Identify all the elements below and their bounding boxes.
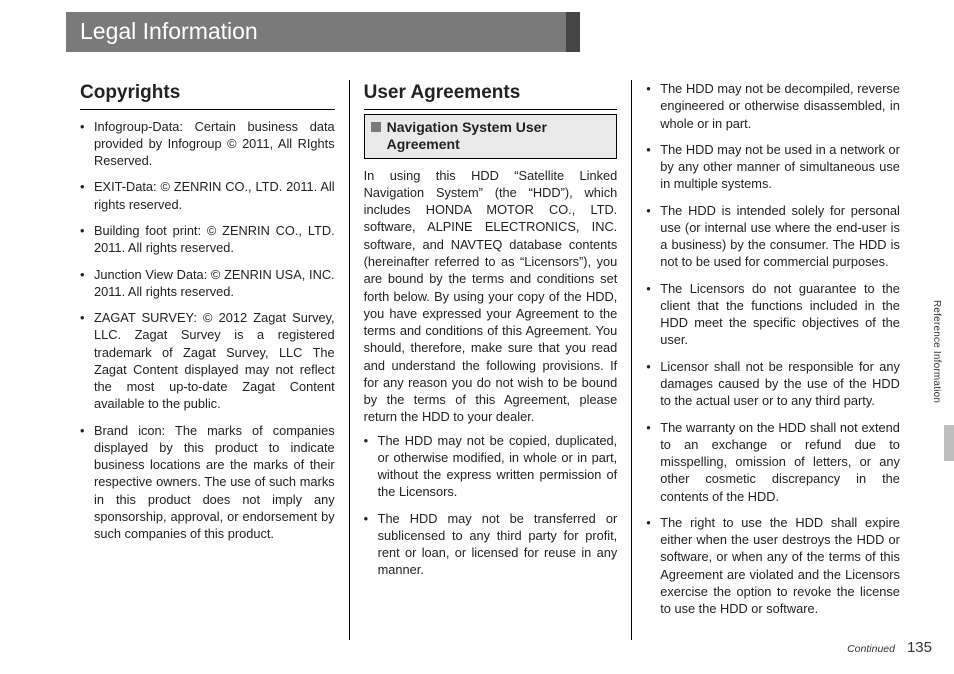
- side-tab-marker: [944, 425, 954, 461]
- side-tab-label: Reference Information: [931, 300, 942, 440]
- copyrights-list: Infogroup-Data: Certain business data pr…: [80, 118, 335, 543]
- agreement-list-a: The HDD may not be copied, duplicated, o…: [364, 432, 618, 579]
- agreement-list-b: The HDD may not be decompiled, reverse e…: [646, 80, 900, 617]
- column-user-agreements-cont: The HDD may not be decompiled, reverse e…: [631, 80, 914, 640]
- list-item: Junction View Data: © ZENRIN USA, INC. 2…: [80, 266, 335, 301]
- page-title-bar: Legal Information: [66, 12, 566, 52]
- heading-user-agreements: User Agreements: [364, 80, 618, 110]
- list-item: Licensor shall not be responsible for an…: [646, 358, 900, 410]
- list-item: Brand icon: The marks of companies displ…: [80, 422, 335, 543]
- list-item: The HDD may not be decompiled, reverse e…: [646, 80, 900, 132]
- list-item: The HDD is intended solely for personal …: [646, 202, 900, 271]
- list-item: EXIT-Data: © ZENRIN CO., LTD. 2011. All …: [80, 178, 335, 213]
- list-item: Building foot print: © ZENRIN CO., LTD. …: [80, 222, 335, 257]
- agreement-intro: In using this HDD “Satellite Linked Navi…: [364, 167, 618, 426]
- content-columns: Copyrights Infogroup-Data: Certain busin…: [66, 80, 914, 640]
- list-item: The HDD may not be copied, duplicated, o…: [364, 432, 618, 501]
- list-item: The HDD may not be used in a network or …: [646, 141, 900, 193]
- page-footer: Continued 135: [847, 639, 932, 656]
- column-user-agreements: User Agreements Navigation System User A…: [349, 80, 632, 640]
- column-copyrights: Copyrights Infogroup-Data: Certain busin…: [66, 80, 349, 640]
- list-item: The Licensors do not guarantee to the cl…: [646, 280, 900, 349]
- list-item: The warranty on the HDD shall not extend…: [646, 419, 900, 505]
- list-item: Infogroup-Data: Certain business data pr…: [80, 118, 335, 170]
- list-item: ZAGAT SURVEY: © 2012 Zagat Survey, LLC. …: [80, 309, 335, 413]
- subheading-nav-agreement: Navigation System User Agreement: [364, 114, 618, 159]
- document-page: Legal Information Copyrights Infogroup-D…: [0, 0, 954, 674]
- list-item: The HDD may not be transferred or sublic…: [364, 510, 618, 579]
- list-item: The right to use the HDD shall expire ei…: [646, 514, 900, 618]
- heading-copyrights: Copyrights: [80, 80, 335, 110]
- continued-label: Continued: [847, 643, 895, 655]
- page-title: Legal Information: [80, 18, 258, 44]
- page-number: 135: [907, 639, 932, 656]
